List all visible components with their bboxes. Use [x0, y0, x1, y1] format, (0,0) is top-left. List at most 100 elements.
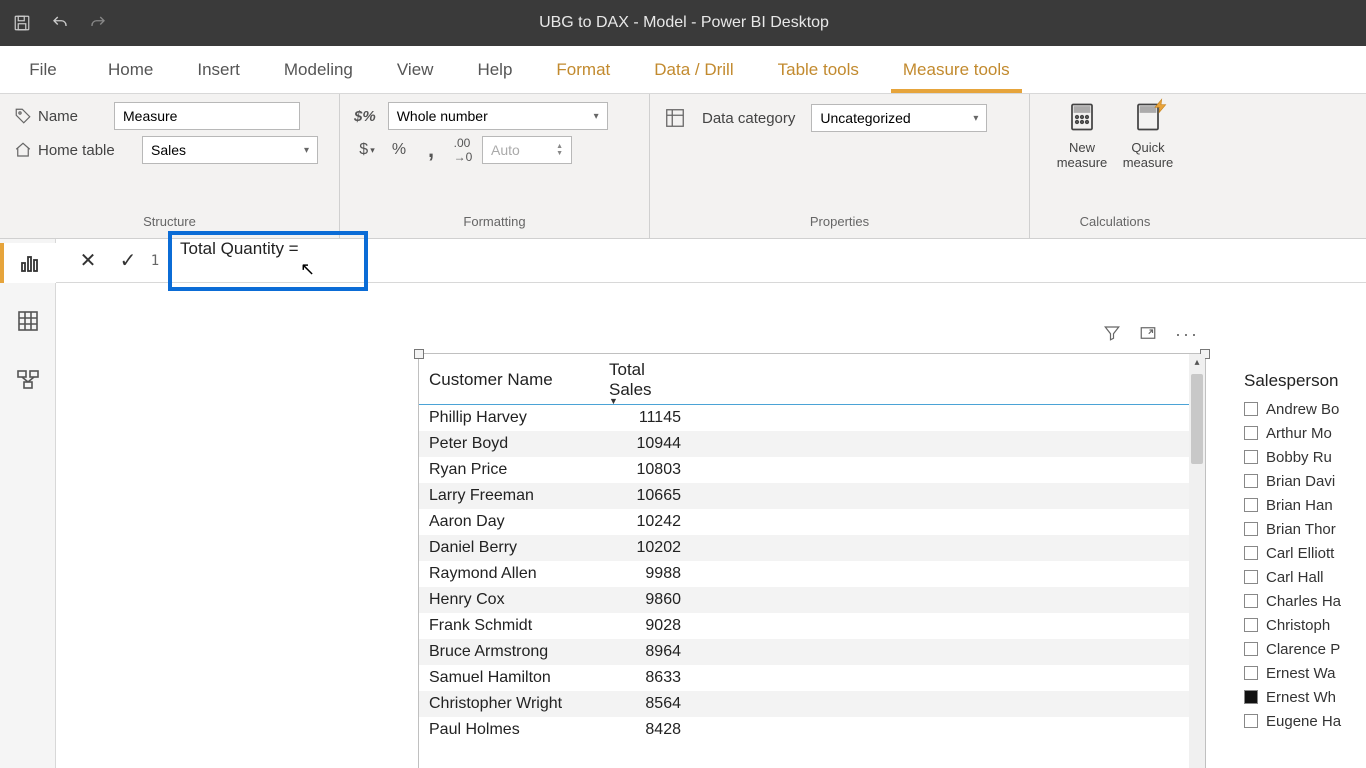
checkbox[interactable] [1244, 714, 1258, 728]
col-customer[interactable]: Customer Name [419, 354, 599, 405]
report-canvas[interactable]: ··· Customer Name Total Sales Phillip Ha… [56, 283, 1366, 768]
group-properties-label: Properties [664, 214, 1015, 234]
spinner-icon[interactable]: ▲▼ [556, 143, 563, 157]
tab-help[interactable]: Help [455, 46, 534, 93]
data-view-button[interactable] [8, 301, 48, 341]
slicer-item[interactable]: Ernest Wh [1244, 685, 1366, 709]
slicer-item-label: Eugene Ha [1266, 713, 1341, 730]
cursor-icon: ↖ [300, 259, 315, 280]
table-row[interactable]: Paul Holmes8428 [419, 717, 1205, 743]
measure-name-input[interactable] [114, 102, 300, 130]
commit-formula-button[interactable]: ✓ [108, 241, 148, 281]
checkbox[interactable] [1244, 546, 1258, 560]
scroll-thumb[interactable] [1191, 374, 1203, 464]
cell-customer: Henry Cox [419, 587, 599, 613]
checkbox[interactable] [1244, 570, 1258, 584]
slicer-item-label: Arthur Mo [1266, 425, 1332, 442]
slicer-item[interactable]: Carl Hall [1244, 565, 1366, 589]
data-category-label: Data category [702, 110, 795, 127]
table-row[interactable]: Henry Cox9860 [419, 587, 1205, 613]
slicer-item[interactable]: Brian Thor [1244, 517, 1366, 541]
decimals-button[interactable]: .00→0 [450, 137, 476, 163]
tab-data-drill[interactable]: Data / Drill [632, 46, 755, 93]
chevron-down-icon: ▾ [594, 111, 599, 122]
checkbox[interactable] [1244, 450, 1258, 464]
salesperson-slicer[interactable]: Salesperson Andrew BoArthur MoBobby RuBr… [1244, 371, 1366, 733]
slicer-item[interactable]: Brian Davi [1244, 469, 1366, 493]
thousands-sep-button[interactable]: , [418, 137, 444, 163]
slicer-item[interactable]: Eugene Ha [1244, 709, 1366, 733]
table-row[interactable]: Daniel Berry10202 [419, 535, 1205, 561]
table-row[interactable]: Bruce Armstrong8964 [419, 639, 1205, 665]
table-row[interactable]: Raymond Allen9988 [419, 561, 1205, 587]
resize-handle[interactable] [414, 349, 424, 359]
tab-measure-tools[interactable]: Measure tools [881, 46, 1032, 93]
tab-insert[interactable]: Insert [175, 46, 262, 93]
cell-customer: Bruce Armstrong [419, 639, 599, 665]
calculator-icon [1065, 102, 1099, 136]
title-bar: UBG to DAX - Model - Power BI Desktop [0, 0, 1366, 46]
slicer-item[interactable]: Arthur Mo [1244, 421, 1366, 445]
table-visual[interactable]: ··· Customer Name Total Sales Phillip Ha… [418, 353, 1206, 768]
currency-button[interactable]: $▾ [354, 137, 380, 163]
slicer-item[interactable]: Brian Han [1244, 493, 1366, 517]
slicer-item[interactable]: Carl Elliott [1244, 541, 1366, 565]
cancel-formula-button[interactable]: ✕ [68, 241, 108, 281]
format-combo[interactable]: Whole number▾ [388, 102, 608, 130]
home-table-combo[interactable]: Sales▾ [142, 136, 318, 164]
save-icon[interactable] [4, 5, 40, 41]
tab-view[interactable]: View [375, 46, 456, 93]
model-view-button[interactable] [8, 359, 48, 399]
cell-customer: Paul Holmes [419, 717, 599, 743]
percent-button[interactable]: % [386, 137, 412, 163]
checkbox[interactable] [1244, 642, 1258, 656]
cell-sales: 10803 [599, 457, 699, 483]
tab-modeling[interactable]: Modeling [262, 46, 375, 93]
table-row[interactable]: Larry Freeman10665 [419, 483, 1205, 509]
checkbox[interactable] [1244, 426, 1258, 440]
table-row[interactable]: Aaron Day10242 [419, 509, 1205, 535]
checkbox[interactable] [1244, 594, 1258, 608]
table-row[interactable]: Phillip Harvey11145 [419, 405, 1205, 432]
checkbox[interactable] [1244, 402, 1258, 416]
decimal-places-input[interactable]: Auto▲▼ [482, 136, 572, 164]
checkbox[interactable] [1244, 690, 1258, 704]
checkbox[interactable] [1244, 498, 1258, 512]
tab-table-tools[interactable]: Table tools [756, 46, 881, 93]
table-row[interactable]: Samuel Hamilton8633 [419, 665, 1205, 691]
quick-measure-button[interactable]: Quick measure [1120, 102, 1176, 170]
tab-format[interactable]: Format [534, 46, 632, 93]
tab-home[interactable]: Home [86, 46, 175, 93]
table-row[interactable]: Christopher Wright8564 [419, 691, 1205, 717]
data-category-combo[interactable]: Uncategorized▾ [811, 104, 987, 132]
slicer-item[interactable]: Ernest Wa [1244, 661, 1366, 685]
slicer-item[interactable]: Charles Ha [1244, 589, 1366, 613]
cell-customer: Frank Schmidt [419, 613, 599, 639]
slicer-item[interactable]: Clarence P [1244, 637, 1366, 661]
slicer-item[interactable]: Christoph [1244, 613, 1366, 637]
filter-icon[interactable] [1103, 324, 1121, 347]
table-row[interactable]: Frank Schmidt9028 [419, 613, 1205, 639]
scrollbar[interactable]: ▴ [1189, 354, 1205, 768]
checkbox[interactable] [1244, 474, 1258, 488]
slicer-item[interactable]: Bobby Ru [1244, 445, 1366, 469]
chevron-down-icon: ▾ [973, 113, 978, 124]
formula-editor[interactable]: Total Quantity = ↖ [168, 231, 368, 291]
more-options-icon[interactable]: ··· [1175, 324, 1199, 347]
slicer-item[interactable]: Andrew Bo [1244, 397, 1366, 421]
report-view-button[interactable] [0, 243, 56, 283]
checkbox[interactable] [1244, 522, 1258, 536]
cell-customer: Raymond Allen [419, 561, 599, 587]
table-row[interactable]: Ryan Price10803 [419, 457, 1205, 483]
col-total-sales[interactable]: Total Sales [599, 354, 699, 405]
new-measure-button[interactable]: New measure [1054, 102, 1110, 170]
chevron-down-icon: ▾ [304, 145, 309, 156]
scroll-up-icon[interactable]: ▴ [1189, 354, 1205, 370]
checkbox[interactable] [1244, 666, 1258, 680]
undo-icon[interactable] [42, 5, 78, 41]
redo-icon[interactable] [80, 5, 116, 41]
checkbox[interactable] [1244, 618, 1258, 632]
table-row[interactable]: Peter Boyd10944 [419, 431, 1205, 457]
focus-mode-icon[interactable] [1139, 324, 1157, 347]
tab-file[interactable]: File [0, 46, 86, 93]
